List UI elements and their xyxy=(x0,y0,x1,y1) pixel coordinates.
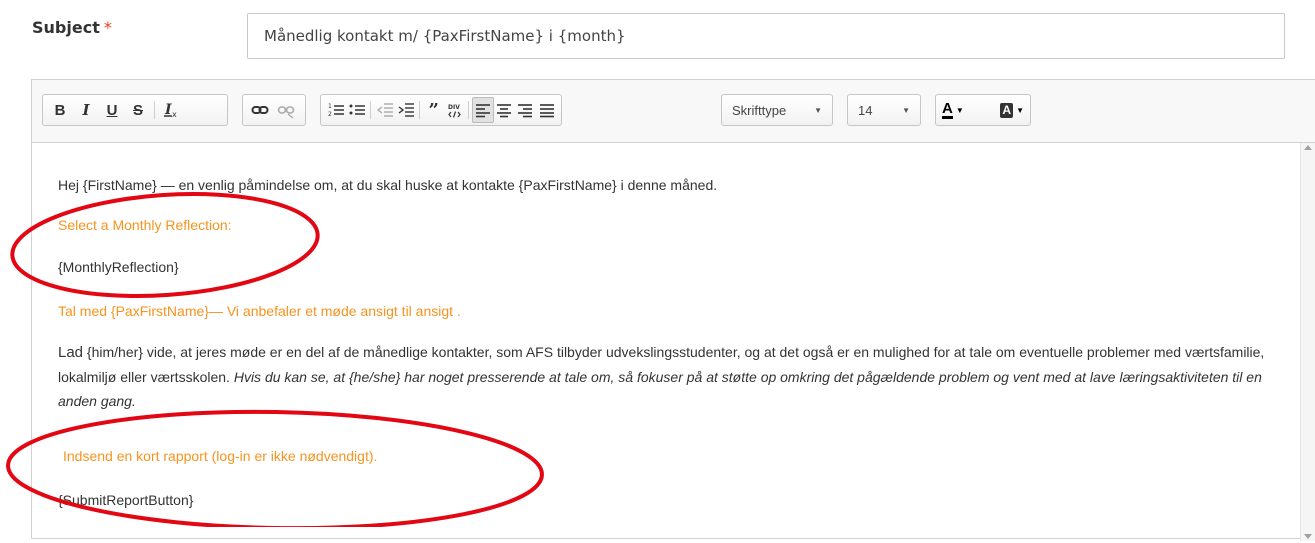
chevron-down-icon: ▼ xyxy=(1016,105,1024,115)
underline-button[interactable]: U xyxy=(99,97,125,123)
svg-text:x: x xyxy=(172,110,177,119)
align-right-icon[interactable] xyxy=(515,97,536,123)
scroll-up-arrow-icon[interactable] xyxy=(1304,145,1312,150)
italic-button[interactable]: I xyxy=(73,97,99,123)
scroll-down-arrow-icon[interactable] xyxy=(1304,534,1312,539)
indent-icon[interactable] xyxy=(395,97,416,123)
background-color-icon: A xyxy=(1000,102,1014,118)
font-size-select[interactable]: 14 ▼ xyxy=(847,94,921,126)
font-size-label: 14 xyxy=(858,102,873,118)
strikethrough-button[interactable]: S xyxy=(125,97,151,123)
editor-content[interactable]: Hej {FirstName} — en venlig påmindelse o… xyxy=(32,143,1302,543)
blockquote-icon[interactable]: ” xyxy=(423,97,444,123)
instructions-paragraph: Lad {him/her} vide, at jeres møde er en … xyxy=(58,340,1288,413)
svg-text:2: 2 xyxy=(328,111,332,118)
greeting-line: Hej {FirstName} — en venlig påmindelse o… xyxy=(58,177,718,193)
monthly-reflection-placeholder: {MonthlyReflection} xyxy=(58,259,179,275)
submit-report-placeholder: {SubmitReportButton} xyxy=(58,492,194,508)
toolbar-separator xyxy=(468,101,470,119)
toolbar-separator xyxy=(370,101,372,119)
chevron-down-icon: ▼ xyxy=(814,105,822,115)
numbered-list-icon[interactable]: 12 xyxy=(325,97,346,123)
bold-button[interactable]: B xyxy=(47,97,73,123)
toolbar-separator xyxy=(419,101,421,119)
rich-text-editor: B I U S Ix 12 ” DIV Skrifttype ▼ 14 ▼ A … xyxy=(31,79,1315,541)
div-container-icon[interactable]: DIV xyxy=(444,97,465,123)
background-color-button[interactable]: A ▼ xyxy=(1000,102,1024,118)
chevron-down-icon: ▼ xyxy=(902,105,910,115)
link-icon[interactable] xyxy=(247,97,273,123)
outdent-icon[interactable] xyxy=(374,97,395,123)
basic-styles-group: B I U S Ix xyxy=(42,94,228,126)
required-marker: * xyxy=(103,18,112,37)
remove-format-icon[interactable]: Ix xyxy=(158,97,184,123)
talk-heading: Tal med {PaxFirstName}— Vi anbefaler et … xyxy=(58,303,461,319)
links-group xyxy=(242,94,306,126)
colors-group: A ▼ A ▼ xyxy=(935,94,1031,126)
svg-text:DIV: DIV xyxy=(448,104,460,111)
align-justify-icon[interactable] xyxy=(536,97,557,123)
subject-input[interactable]: Månedlig kontakt m/ {PaxFirstName} i {mo… xyxy=(247,13,1285,59)
subject-label: Subject * xyxy=(32,18,112,37)
text-color-icon: A xyxy=(942,100,953,119)
editor-scrollbar[interactable] xyxy=(1300,143,1315,541)
toolbar-separator xyxy=(154,101,155,119)
align-left-icon[interactable] xyxy=(472,97,494,123)
align-center-icon[interactable] xyxy=(494,97,515,123)
report-heading: Indsend en kort rapport (log-in er ikke … xyxy=(63,448,378,464)
paragraph-lead-word: Lad xyxy=(58,344,84,361)
bulleted-list-icon[interactable] xyxy=(346,97,367,123)
unlink-icon[interactable] xyxy=(273,97,299,123)
reflection-heading: Select a Monthly Reflection: xyxy=(58,217,232,233)
chevron-down-icon: ▼ xyxy=(955,105,964,115)
svg-text:1: 1 xyxy=(328,103,332,110)
text-color-button[interactable]: A ▼ xyxy=(942,101,964,119)
paragraph-group: 12 ” DIV xyxy=(320,94,562,126)
editor-toolbar: B I U S Ix 12 ” DIV Skrifttype ▼ 14 ▼ A … xyxy=(32,80,1315,143)
font-family-select[interactable]: Skrifttype ▼ xyxy=(721,94,833,126)
paragraph-italic-text: Hvis du kan se, at {he/she} har noget pr… xyxy=(58,369,1262,409)
font-family-label: Skrifttype xyxy=(732,102,787,118)
